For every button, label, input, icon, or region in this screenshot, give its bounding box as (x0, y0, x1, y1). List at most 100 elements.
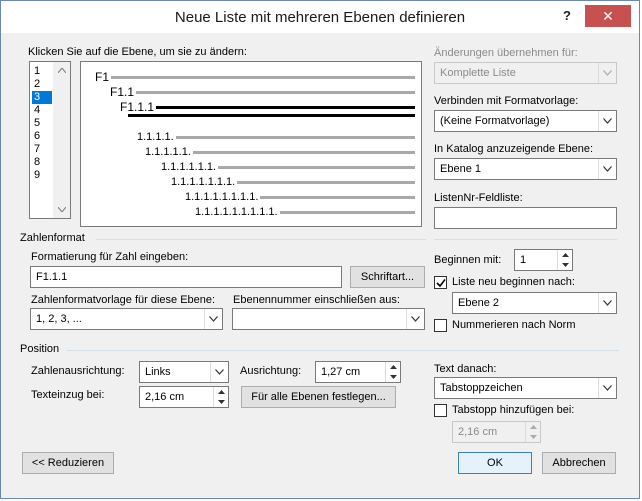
preview-row: 1.1.1.1.1.1.1.1.1. (195, 206, 415, 218)
add-tab-stop-label: Tabstopp hinzufügen bei: (452, 404, 575, 416)
scroll-down-icon[interactable] (58, 207, 66, 212)
spin-down-icon[interactable] (558, 260, 572, 270)
preview-row-line (260, 195, 415, 199)
link-style-value: (Keine Formatvorlage) (440, 115, 550, 127)
number-format-value: F1.1.1 (36, 271, 68, 283)
set-all-levels-button[interactable]: Für alle Ebenen festlegen... (241, 386, 396, 408)
restart-after-label: Liste neu beginnen nach: (452, 276, 575, 288)
include-level-label: Ebenennummer einschließen aus: (233, 294, 400, 306)
close-button[interactable]: ✕ (585, 5, 631, 27)
level-scrollbar[interactable] (53, 62, 70, 218)
aligned-at-spin (385, 362, 400, 382)
preview-row-line (111, 75, 415, 79)
start-at-spinner[interactable]: 1 (514, 249, 573, 271)
preview-row-line (192, 150, 415, 154)
text-indent-spin (213, 387, 228, 407)
apply-to-value: Komplette Liste (440, 67, 516, 79)
font-button[interactable]: Schriftart... (350, 266, 425, 288)
preview-row: F1 (95, 70, 415, 84)
start-at-label: Beginnen mit: (434, 254, 502, 266)
text-indent-value: 2,16 cm (145, 391, 185, 403)
preview-row: 1.1.1.1.1.1.1. (171, 176, 415, 188)
preview-row-number: 1.1.1.1.1.1.1. (171, 176, 236, 188)
spin-up-icon[interactable] (214, 387, 228, 397)
include-level-dropdown[interactable] (232, 308, 425, 330)
preview-row: 1.1.1.1.1. (145, 146, 415, 158)
tab-stop-value: 2,16 cm (458, 426, 498, 438)
chevron-down-icon (598, 63, 616, 83)
gallery-level-value: Ebene 1 (440, 163, 481, 175)
help-button[interactable]: ? (553, 5, 581, 27)
add-tab-stop-checkbox[interactable] (434, 404, 447, 417)
apply-to-label: Änderungen übernehmen für: (434, 47, 578, 59)
listnum-field[interactable] (434, 207, 617, 229)
level-item[interactable]: 9 (32, 169, 52, 182)
level-item[interactable]: 1 (32, 65, 52, 78)
level-listbox[interactable]: 123456789 (29, 61, 71, 219)
start-at-value: 1 (520, 254, 527, 266)
apply-to-dropdown[interactable]: Komplette Liste (434, 62, 617, 84)
cancel-button[interactable]: Abbrechen (542, 452, 616, 474)
gallery-level-dropdown[interactable]: Ebene 1 (434, 158, 617, 180)
number-format-divider-right (434, 239, 617, 240)
level-item[interactable]: 7 (32, 143, 52, 156)
preview-row-number: 1.1.1.1.1.1.1.1. (185, 191, 259, 203)
link-style-label: Verbinden mit Formatvorlage: (434, 95, 578, 107)
legal-numbering-checkbox[interactable] (434, 319, 447, 332)
preview-row: 1.1.1.1.1.1.1.1. (185, 191, 415, 203)
ok-button[interactable]: OK (458, 452, 532, 474)
number-style-dropdown[interactable]: 1, 2, 3, ... (30, 308, 223, 330)
level-item[interactable]: 3 (32, 91, 52, 104)
restart-after-dropdown[interactable]: Ebene 2 (452, 292, 617, 314)
follow-number-dropdown[interactable]: Tabstoppzeichen (434, 377, 617, 399)
levels-label: Klicken Sie auf die Ebene, um sie zu änd… (28, 46, 247, 58)
gallery-level-label: In Katalog anzuzeigende Ebene: (434, 143, 593, 155)
text-indent-spinner[interactable]: 2,16 cm (139, 386, 229, 408)
number-format-input[interactable]: F1.1.1 (30, 266, 342, 288)
chevron-down-icon (598, 159, 616, 179)
tab-stop-spin (525, 422, 540, 442)
format-label: Formatierung für Zahl eingeben: (31, 251, 189, 263)
level-item[interactable]: 4 (32, 104, 52, 117)
number-alignment-value: Links (145, 366, 171, 378)
text-indent-label: Texteinzug bei: (31, 389, 105, 401)
number-format-group-title: Zahlenformat (20, 232, 85, 244)
preview-row-number: 1.1.1.1.1.1.1.1.1. (195, 206, 278, 218)
preview-row: 1.1.1.1. (137, 131, 415, 143)
link-style-dropdown[interactable]: (Keine Formatvorlage) (434, 110, 617, 132)
tab-stop-spinner[interactable]: 2,16 cm (452, 421, 541, 443)
preview-row-line (156, 105, 415, 109)
level-item[interactable]: 2 (32, 78, 52, 91)
preview-row-line (128, 114, 415, 117)
spin-up-icon[interactable] (386, 362, 400, 372)
restart-after-checkbox[interactable] (434, 276, 447, 289)
level-item[interactable]: 8 (32, 156, 52, 169)
preview-row: F1.1 (110, 85, 415, 99)
listnum-label: ListenNr-Feldliste: (434, 192, 523, 204)
spin-up-icon[interactable] (526, 422, 540, 432)
scroll-up-icon[interactable] (58, 68, 66, 73)
follow-number-value: Tabstoppzeichen (440, 382, 523, 394)
spin-down-icon[interactable] (214, 397, 228, 407)
aligned-at-spinner[interactable]: 1,27 cm (315, 361, 401, 383)
aligned-at-label: Ausrichtung: (240, 365, 302, 377)
preview-row-number: 1.1.1.1.1. (145, 146, 191, 158)
spin-down-icon[interactable] (386, 372, 400, 382)
less-button[interactable]: << Reduzieren (22, 452, 114, 474)
level-item[interactable]: 5 (32, 117, 52, 130)
chevron-down-icon (598, 293, 616, 313)
preview-row-number: F1 (95, 70, 110, 84)
follow-number-label: Text danach: (434, 363, 497, 375)
number-alignment-dropdown[interactable]: Links (139, 361, 229, 383)
spin-down-icon[interactable] (526, 432, 540, 442)
chevron-down-icon (210, 362, 228, 382)
preview-row: 1.1.1.1.1.1. (161, 161, 415, 173)
level-item[interactable]: 6 (32, 130, 52, 143)
preview-row-line (218, 165, 415, 169)
preview-row-number: F1.1 (110, 85, 135, 99)
checkmark-icon (436, 279, 446, 288)
position-divider (67, 350, 619, 351)
title-bar: Neue Liste mit mehreren Ebenen definiere… (1, 1, 639, 33)
preview-row-number: 1.1.1.1.1.1. (161, 161, 217, 173)
spin-up-icon[interactable] (558, 250, 572, 260)
